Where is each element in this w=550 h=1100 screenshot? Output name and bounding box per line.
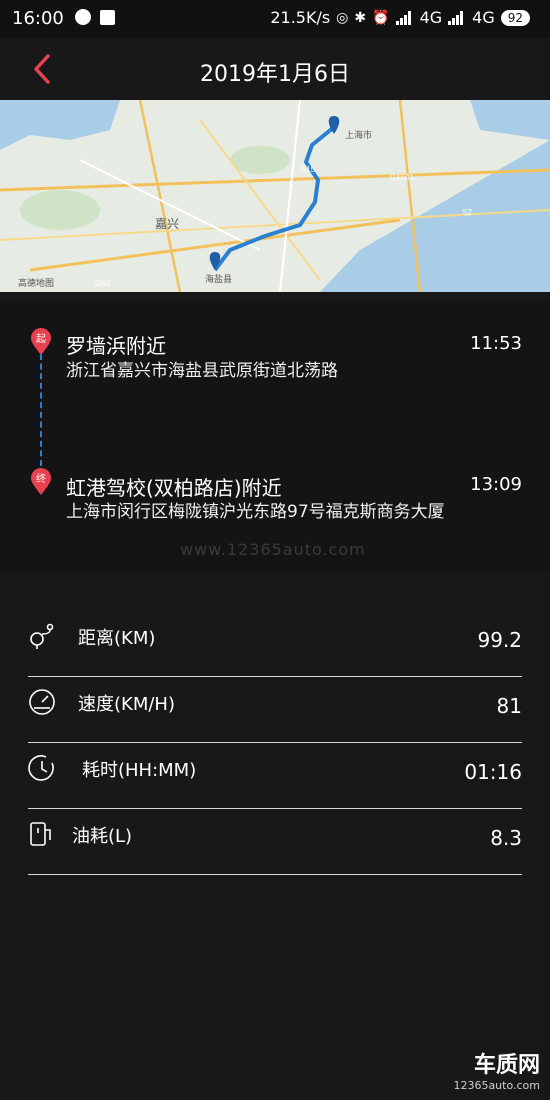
app-header: 2019年1月6日 — [0, 38, 550, 100]
map-label-jiaxing: 嘉兴 — [155, 217, 179, 231]
route-icon — [30, 623, 54, 649]
end-pin-icon: 终 — [31, 468, 51, 495]
signal-icon — [395, 10, 414, 25]
duration-value: 01:16 — [464, 760, 522, 784]
clock-icon — [28, 755, 54, 781]
brand-name: 车质网 — [473, 1053, 540, 1078]
bluetooth-icon: ✱ — [354, 9, 367, 26]
stat-row-fuel: 油耗(L) 8.3 — [28, 808, 522, 875]
end-address: 上海市闵行区梅陇镇沪光东路97号福克斯商务大厦 — [66, 502, 445, 522]
map-label-haiyan: 海盐县 — [205, 273, 232, 284]
speed-value: 81 — [496, 694, 522, 718]
map-attribution: 高德地图 — [18, 277, 54, 288]
globe-icon — [75, 9, 91, 25]
distance-label: 距离(KM) — [78, 628, 156, 649]
notification-icon — [100, 10, 115, 25]
end-time: 13:09 — [470, 474, 522, 495]
start-location-name: 罗墙浜附近 — [66, 334, 166, 358]
svg-text:终: 终 — [36, 472, 46, 485]
site-watermark: www.12365auto.com — [180, 540, 366, 559]
stat-row-speed: 速度(KM/H) 81 — [28, 676, 522, 743]
sim2-network: 4G — [472, 8, 495, 27]
signal-icon — [448, 10, 466, 25]
map-label-s2: S2 — [462, 208, 472, 217]
speed-label: 速度(KM/H) — [78, 694, 175, 715]
map-canvas: 嘉兴 海盐县 上海市 G15 G1501 S2 G60 高德地图 — [0, 100, 550, 292]
svg-text:起: 起 — [36, 333, 46, 345]
brand-watermark: 车质网 12365auto.com — [453, 1047, 540, 1092]
stat-row-distance: 距离(KM) 99.2 — [28, 610, 522, 677]
start-pin-icon: 起 — [31, 328, 51, 355]
map-label-shanghai: 上海市 — [345, 129, 372, 140]
map-label-g15: G15 — [300, 165, 316, 174]
end-location-name: 虹港驾校(双柏路店)附近 — [66, 476, 282, 500]
duration-label: 耗时(HH:MM) — [82, 760, 197, 781]
start-time: 11:53 — [470, 333, 522, 354]
network-speed: 21.5K/s — [270, 8, 331, 27]
status-bar: 16:00 21.5K/s ◎ ✱ ⏰ 4G 4G 92 — [0, 0, 550, 38]
distance-value: 99.2 — [477, 628, 522, 652]
status-time: 16:00 — [12, 8, 64, 29]
map-label-g60: G60 — [95, 279, 111, 288]
hotspot-icon: ◎ — [336, 9, 349, 26]
battery-icon: 92 — [500, 9, 530, 26]
alarm-icon: ⏰ — [372, 9, 390, 26]
start-address: 浙江省嘉兴市海盐县武原街道北荡路 — [66, 361, 338, 381]
page-title: 2019年1月6日 — [200, 62, 350, 87]
fuel-value: 8.3 — [490, 826, 522, 850]
fuel-icon — [30, 822, 51, 846]
sim1-network: 4G — [419, 8, 443, 27]
stat-row-duration: 耗时(HH:MM) 01:16 — [28, 742, 522, 809]
speedometer-icon — [29, 689, 55, 715]
route-connector — [40, 354, 42, 466]
map-label-g1501: G1501 — [390, 173, 415, 182]
fuel-label: 油耗(L) — [72, 826, 133, 847]
brand-url: 12365auto.com — [453, 1079, 540, 1092]
route-map[interactable]: 嘉兴 海盐县 上海市 G15 G1501 S2 G60 高德地图 — [0, 100, 550, 292]
